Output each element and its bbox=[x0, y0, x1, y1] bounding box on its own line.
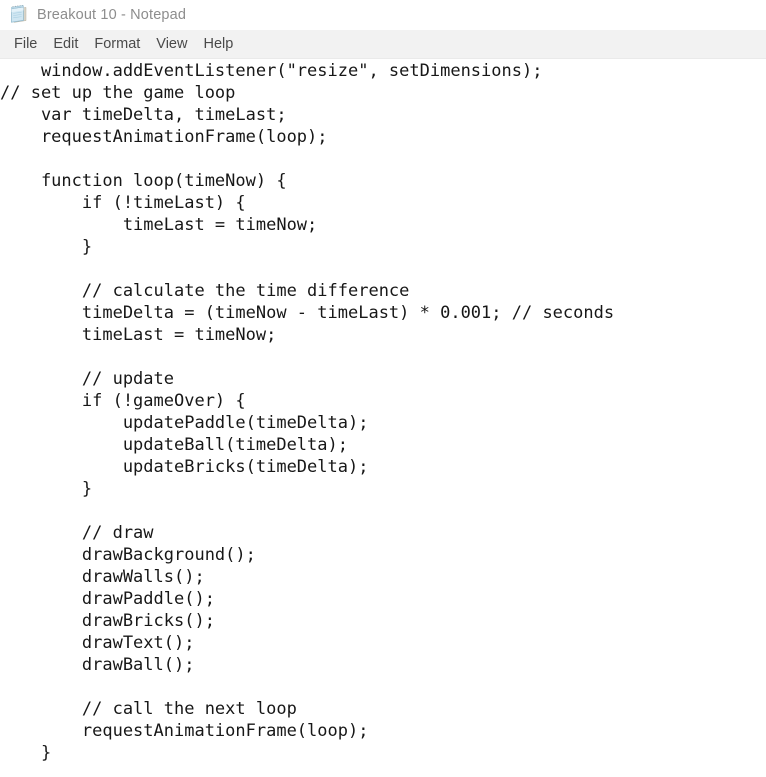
code-content[interactable]: window.addEventListener("resize", setDim… bbox=[0, 59, 766, 764]
code-line: } bbox=[0, 479, 93, 499]
code-line: drawWalls(); bbox=[0, 567, 205, 587]
code-line: timeLast = timeNow; bbox=[0, 325, 277, 345]
menu-item-format[interactable]: Format bbox=[86, 33, 148, 56]
code-line: drawBall(); bbox=[0, 655, 195, 675]
code-line: updateBricks(timeDelta); bbox=[0, 457, 369, 477]
window-title: Breakout 10 - Notepad bbox=[37, 7, 187, 23]
code-line: // call the next loop bbox=[0, 699, 297, 719]
title-bar[interactable]: Breakout 10 - Notepad bbox=[0, 0, 766, 30]
code-line: // set up the game loop bbox=[0, 83, 236, 103]
code-line: updatePaddle(timeDelta); bbox=[0, 413, 369, 433]
menu-item-edit[interactable]: Edit bbox=[45, 33, 86, 56]
code-line: if (!timeLast) { bbox=[0, 193, 246, 213]
code-line: var timeDelta, timeLast; bbox=[0, 105, 287, 125]
code-line: requestAnimationFrame(loop); bbox=[0, 721, 369, 741]
code-line: drawBricks(); bbox=[0, 611, 215, 631]
code-line: if (!gameOver) { bbox=[0, 391, 246, 411]
code-line: drawPaddle(); bbox=[0, 589, 215, 609]
menu-item-view[interactable]: View bbox=[148, 33, 195, 56]
code-line: window.addEventListener("resize", setDim… bbox=[0, 61, 543, 81]
menu-item-file[interactable]: File bbox=[6, 33, 45, 56]
notepad-icon bbox=[11, 5, 27, 23]
menu-bar: File Edit Format View Help bbox=[0, 30, 766, 59]
menu-item-help[interactable]: Help bbox=[195, 33, 241, 56]
notepad-window: Breakout 10 - Notepad File Edit Format V… bbox=[0, 0, 766, 777]
code-line: function loop(timeNow) { bbox=[0, 171, 287, 191]
code-line: } bbox=[0, 743, 52, 763]
code-line: // calculate the time difference bbox=[0, 281, 410, 301]
text-editor-area[interactable]: window.addEventListener("resize", setDim… bbox=[0, 59, 766, 777]
code-line: } bbox=[0, 237, 93, 257]
code-line: timeLast = timeNow; bbox=[0, 215, 318, 235]
code-line: // draw bbox=[0, 523, 154, 543]
code-line: updateBall(timeDelta); bbox=[0, 435, 348, 455]
code-line: requestAnimationFrame(loop); bbox=[0, 127, 328, 147]
code-line: drawText(); bbox=[0, 633, 195, 653]
code-line: timeDelta = (timeNow - timeLast) * 0.001… bbox=[0, 303, 615, 323]
code-line: // update bbox=[0, 369, 174, 389]
code-line: drawBackground(); bbox=[0, 545, 256, 565]
